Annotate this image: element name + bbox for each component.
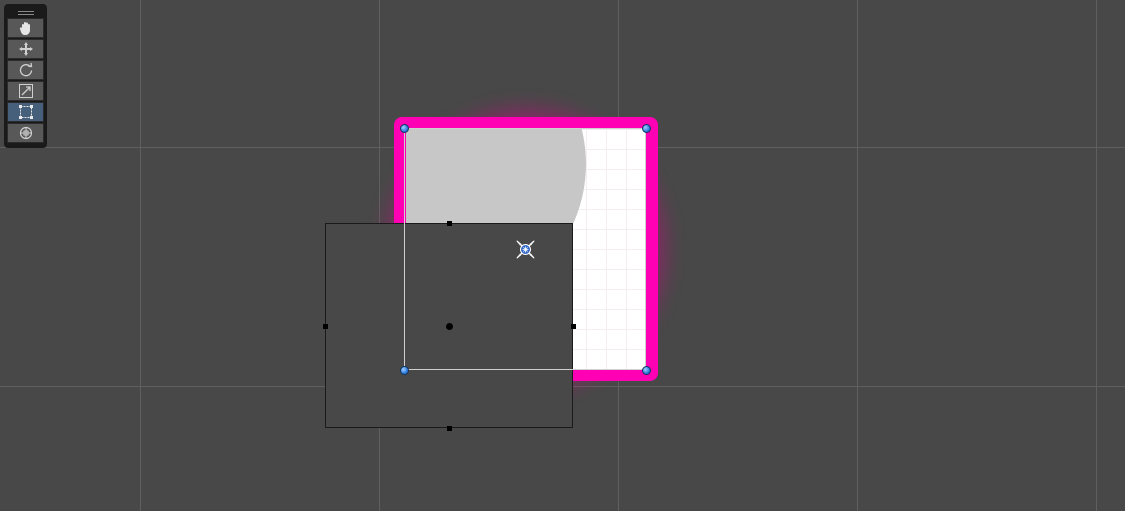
rect-handle-top[interactable] — [447, 221, 452, 226]
grid-line — [1096, 0, 1097, 511]
grid-line — [140, 0, 141, 511]
scale-tool-button[interactable] — [7, 81, 44, 101]
scene-tools-toolbar — [4, 4, 47, 148]
transform-tool-button[interactable] — [7, 123, 44, 143]
hand-tool-button[interactable] — [7, 18, 44, 38]
rect-tool-button[interactable] — [7, 102, 44, 122]
rect-transform-icon — [18, 105, 33, 119]
rect-center-dot — [446, 323, 453, 330]
rotate-icon — [19, 62, 32, 77]
corner-handle-bottom-left[interactable] — [400, 366, 409, 375]
grid-line — [857, 0, 858, 511]
move-tool-button[interactable] — [7, 39, 44, 59]
scale-icon — [18, 84, 33, 98]
rect-handle-right[interactable] — [571, 324, 576, 329]
rect-handle-bottom[interactable] — [447, 426, 452, 431]
toolbar-drag-handle[interactable] — [7, 8, 44, 17]
corner-handle-bottom-right[interactable] — [642, 366, 651, 375]
rect-handle-left[interactable] — [323, 324, 328, 329]
hand-icon — [19, 22, 30, 35]
rotate-tool-button[interactable] — [7, 60, 44, 80]
move-icon — [18, 42, 33, 56]
transform-icon — [19, 126, 32, 140]
corner-handle-top-right[interactable] — [642, 124, 651, 133]
corner-handle-top-left[interactable] — [400, 124, 409, 133]
pivot-icon[interactable] — [513, 237, 538, 262]
